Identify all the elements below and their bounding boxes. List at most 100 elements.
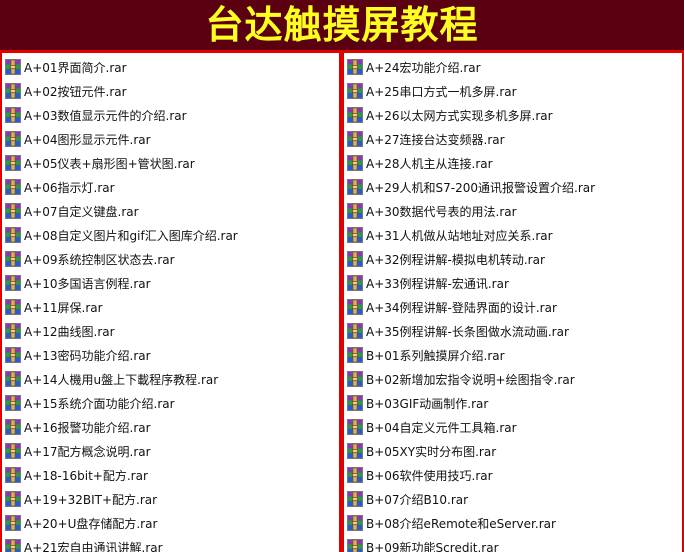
file-name: B+05XY实时分布图.rar <box>366 444 497 459</box>
file-name: A+30数据代号表的用法.rar <box>366 204 517 219</box>
file-item-right-9[interactable]: A+32例程讲解-模拟电机转动.rar <box>344 247 682 271</box>
file-item-left-16[interactable]: A+16报警功能介绍.rar <box>2 415 339 439</box>
rar-archive-icon <box>5 323 21 339</box>
file-item-left-14[interactable]: A+14人機用u盤上下載程序教程.rar <box>2 367 339 391</box>
rar-archive-icon <box>5 179 21 195</box>
file-item-right-14[interactable]: B+02新增加宏指令说明+绘图指令.rar <box>344 367 682 391</box>
file-name: A+14人機用u盤上下載程序教程.rar <box>24 372 219 387</box>
file-item-left-1[interactable]: A+01界面简介.rar <box>2 55 339 79</box>
file-name: A+32例程讲解-模拟电机转动.rar <box>366 252 545 267</box>
rar-archive-icon <box>347 419 363 435</box>
rar-archive-icon <box>347 515 363 531</box>
rar-archive-icon <box>347 371 363 387</box>
file-item-left-12[interactable]: A+12曲线图.rar <box>2 319 339 343</box>
file-name: A+20+U盘存储配方.rar <box>24 516 158 531</box>
file-item-right-20[interactable]: B+08介绍eRemote和eServer.rar <box>344 511 682 535</box>
file-name: A+07自定义键盘.rar <box>24 204 139 219</box>
file-name: B+06软件使用技巧.rar <box>366 468 493 483</box>
rar-archive-icon <box>5 83 21 99</box>
file-item-right-19[interactable]: B+07介绍B10.rar <box>344 487 682 511</box>
rar-archive-icon <box>347 107 363 123</box>
rar-archive-icon <box>5 515 21 531</box>
file-name: A+16报警功能介绍.rar <box>24 420 151 435</box>
file-item-right-18[interactable]: B+06软件使用技巧.rar <box>344 463 682 487</box>
file-item-left-3[interactable]: A+03数值显示元件的介绍.rar <box>2 103 339 127</box>
file-item-left-11[interactable]: A+11屏保.rar <box>2 295 339 319</box>
file-item-right-1[interactable]: A+24宏功能介绍.rar <box>344 55 682 79</box>
rar-archive-icon <box>347 443 363 459</box>
rar-archive-icon <box>347 251 363 267</box>
title-banner: 台达触摸屏教程 <box>0 0 684 50</box>
rar-archive-icon <box>5 443 21 459</box>
file-item-right-2[interactable]: A+25串口方式一机多屏.rar <box>344 79 682 103</box>
rar-archive-icon <box>5 419 21 435</box>
rar-archive-icon <box>5 251 21 267</box>
rar-archive-icon <box>347 155 363 171</box>
file-item-right-12[interactable]: A+35例程讲解-长条图做水流动画.rar <box>344 319 682 343</box>
rar-archive-icon <box>347 539 363 552</box>
file-name: A+12曲线图.rar <box>24 324 115 339</box>
file-item-right-11[interactable]: A+34例程讲解-登陆界面的设计.rar <box>344 295 682 319</box>
rar-archive-icon <box>347 491 363 507</box>
rar-archive-icon <box>5 227 21 243</box>
rar-archive-icon <box>5 491 21 507</box>
file-item-right-5[interactable]: A+28人机主从连接.rar <box>344 151 682 175</box>
rar-archive-icon <box>347 395 363 411</box>
file-item-left-15[interactable]: A+15系统介面功能介绍.rar <box>2 391 339 415</box>
file-item-left-19[interactable]: A+19+32BIT+配方.rar <box>2 487 339 511</box>
file-name: A+10多国语言例程.rar <box>24 276 151 291</box>
file-item-left-9[interactable]: A+09系统控制区状态去.rar <box>2 247 339 271</box>
file-name: A+05仪表+扇形图+管状图.rar <box>24 156 195 171</box>
file-name: A+17配方概念说明.rar <box>24 444 151 459</box>
file-item-right-21[interactable]: B+09新功能Scredit.rar <box>344 535 682 552</box>
file-item-right-16[interactable]: B+04自定义元件工具箱.rar <box>344 415 682 439</box>
rar-archive-icon <box>5 371 21 387</box>
file-name: A+06指示灯.rar <box>24 180 115 195</box>
file-name: A+01界面简介.rar <box>24 60 127 75</box>
rar-archive-icon <box>347 323 363 339</box>
rar-archive-icon <box>347 347 363 363</box>
rar-archive-icon <box>5 467 21 483</box>
file-item-right-15[interactable]: B+03GIF动画制作.rar <box>344 391 682 415</box>
file-item-left-5[interactable]: A+05仪表+扇形图+管状图.rar <box>2 151 339 175</box>
file-name: A+31人机做从站地址对应关系.rar <box>366 228 553 243</box>
file-name: A+09系统控制区状态去.rar <box>24 252 175 267</box>
file-name: A+19+32BIT+配方.rar <box>24 492 158 507</box>
file-item-left-4[interactable]: A+04图形显示元件.rar <box>2 127 339 151</box>
file-item-right-3[interactable]: A+26以太网方式实现多机多屏.rar <box>344 103 682 127</box>
file-name: A+33例程讲解-宏通讯.rar <box>366 276 509 291</box>
file-name: A+02按钮元件.rar <box>24 84 127 99</box>
file-item-left-7[interactable]: A+07自定义键盘.rar <box>2 199 339 223</box>
file-item-left-10[interactable]: A+10多国语言例程.rar <box>2 271 339 295</box>
rar-archive-icon <box>5 395 21 411</box>
file-name: A+28人机主从连接.rar <box>366 156 493 171</box>
file-item-left-2[interactable]: A+02按钮元件.rar <box>2 79 339 103</box>
file-item-right-10[interactable]: A+33例程讲解-宏通讯.rar <box>344 271 682 295</box>
file-item-right-17[interactable]: B+05XY实时分布图.rar <box>344 439 682 463</box>
file-name: B+08介绍eRemote和eServer.rar <box>366 516 556 531</box>
file-item-right-13[interactable]: B+01系列触摸屏介绍.rar <box>344 343 682 367</box>
file-item-right-6[interactable]: A+29人机和S7-200通讯报警设置介绍.rar <box>344 175 682 199</box>
file-item-right-8[interactable]: A+31人机做从站地址对应关系.rar <box>344 223 682 247</box>
file-item-left-18[interactable]: A+18-16bit+配方.rar <box>2 463 339 487</box>
rar-archive-icon <box>347 203 363 219</box>
rar-archive-icon <box>347 227 363 243</box>
rar-archive-icon <box>347 131 363 147</box>
file-item-right-4[interactable]: A+27连接台达变频器.rar <box>344 127 682 151</box>
file-item-left-6[interactable]: A+06指示灯.rar <box>2 175 339 199</box>
file-item-left-20[interactable]: A+20+U盘存储配方.rar <box>2 511 339 535</box>
file-item-left-8[interactable]: A+08自定义图片和gif汇入图库介绍.rar <box>2 223 339 247</box>
file-name: A+35例程讲解-长条图做水流动画.rar <box>366 324 569 339</box>
file-name: A+21宏自由通讯讲解.rar <box>24 540 163 552</box>
rar-archive-icon <box>347 467 363 483</box>
file-list-left: A+01界面简介.rar A+02按钮元件.rar A+03数值显示元件的介绍.… <box>2 53 339 552</box>
file-item-left-21[interactable]: A+21宏自由通讯讲解.rar <box>2 535 339 552</box>
file-name: A+11屏保.rar <box>24 300 103 315</box>
file-name: B+07介绍B10.rar <box>366 492 469 507</box>
rar-archive-icon <box>347 179 363 195</box>
file-item-right-7[interactable]: A+30数据代号表的用法.rar <box>344 199 682 223</box>
file-name: A+29人机和S7-200通讯报警设置介绍.rar <box>366 180 596 195</box>
file-item-left-17[interactable]: A+17配方概念说明.rar <box>2 439 339 463</box>
file-item-left-13[interactable]: A+13密码功能介绍.rar <box>2 343 339 367</box>
file-name: A+15系统介面功能介绍.rar <box>24 396 175 411</box>
